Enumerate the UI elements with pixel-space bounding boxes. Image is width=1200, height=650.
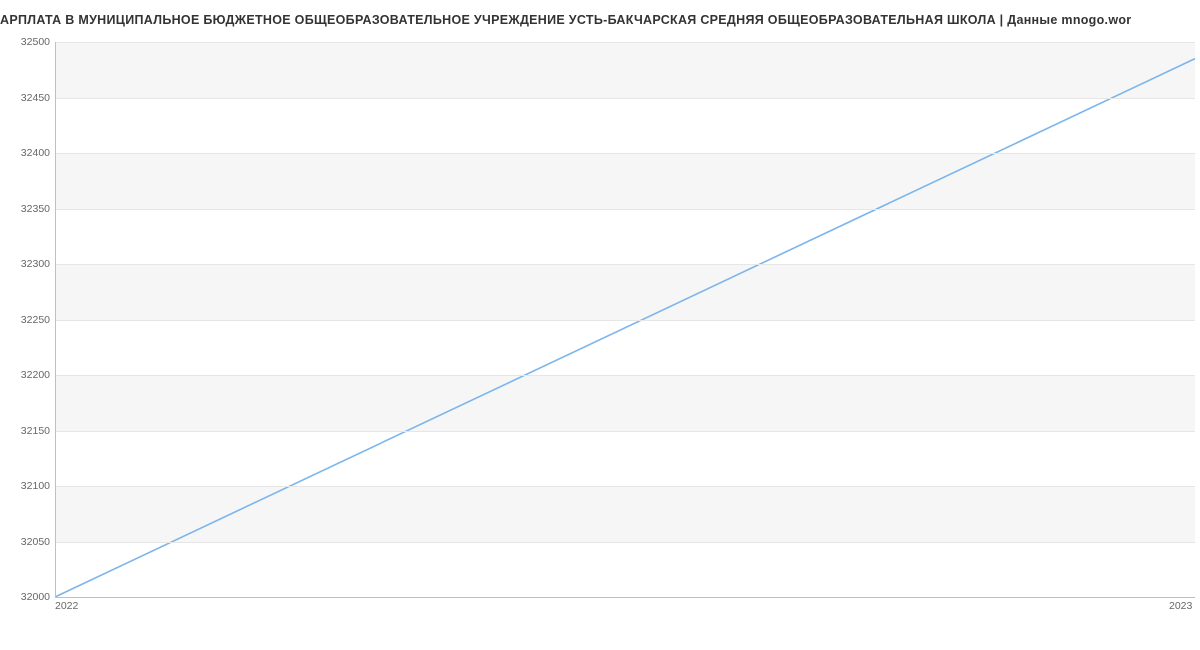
grid-line: [55, 98, 1195, 99]
y-tick-label: 32350: [10, 203, 50, 215]
grid-line: [55, 486, 1195, 487]
y-tick-label: 32500: [10, 36, 50, 48]
line-chart: АРПЛАТА В МУНИЦИПАЛЬНОЕ БЮДЖЕТНОЕ ОБЩЕОБ…: [0, 0, 1200, 630]
y-tick-label: 32400: [10, 147, 50, 159]
grid-line: [55, 320, 1195, 321]
y-tick-label: 32000: [10, 591, 50, 603]
chart-title: АРПЛАТА В МУНИЦИПАЛЬНОЕ БЮДЖЕТНОЕ ОБЩЕОБ…: [0, 13, 1200, 27]
y-tick-label: 32450: [10, 92, 50, 104]
y-tick-label: 32300: [10, 258, 50, 270]
grid-line: [55, 431, 1195, 432]
y-tick-label: 32150: [10, 425, 50, 437]
plot-area: [55, 42, 1195, 597]
grid-line: [55, 542, 1195, 543]
grid-line: [55, 264, 1195, 265]
grid-line: [55, 375, 1195, 376]
grid-line: [55, 42, 1195, 43]
y-tick-label: 32250: [10, 314, 50, 326]
axis-x: [55, 597, 1195, 598]
axis-y: [55, 42, 56, 597]
y-tick-label: 32200: [10, 369, 50, 381]
grid-line: [55, 209, 1195, 210]
data-line: [55, 59, 1195, 597]
y-tick-label: 32100: [10, 480, 50, 492]
x-tick-label: 2023: [1169, 600, 1192, 612]
x-tick-label: 2022: [55, 600, 78, 612]
grid-line: [55, 153, 1195, 154]
y-tick-label: 32050: [10, 536, 50, 548]
